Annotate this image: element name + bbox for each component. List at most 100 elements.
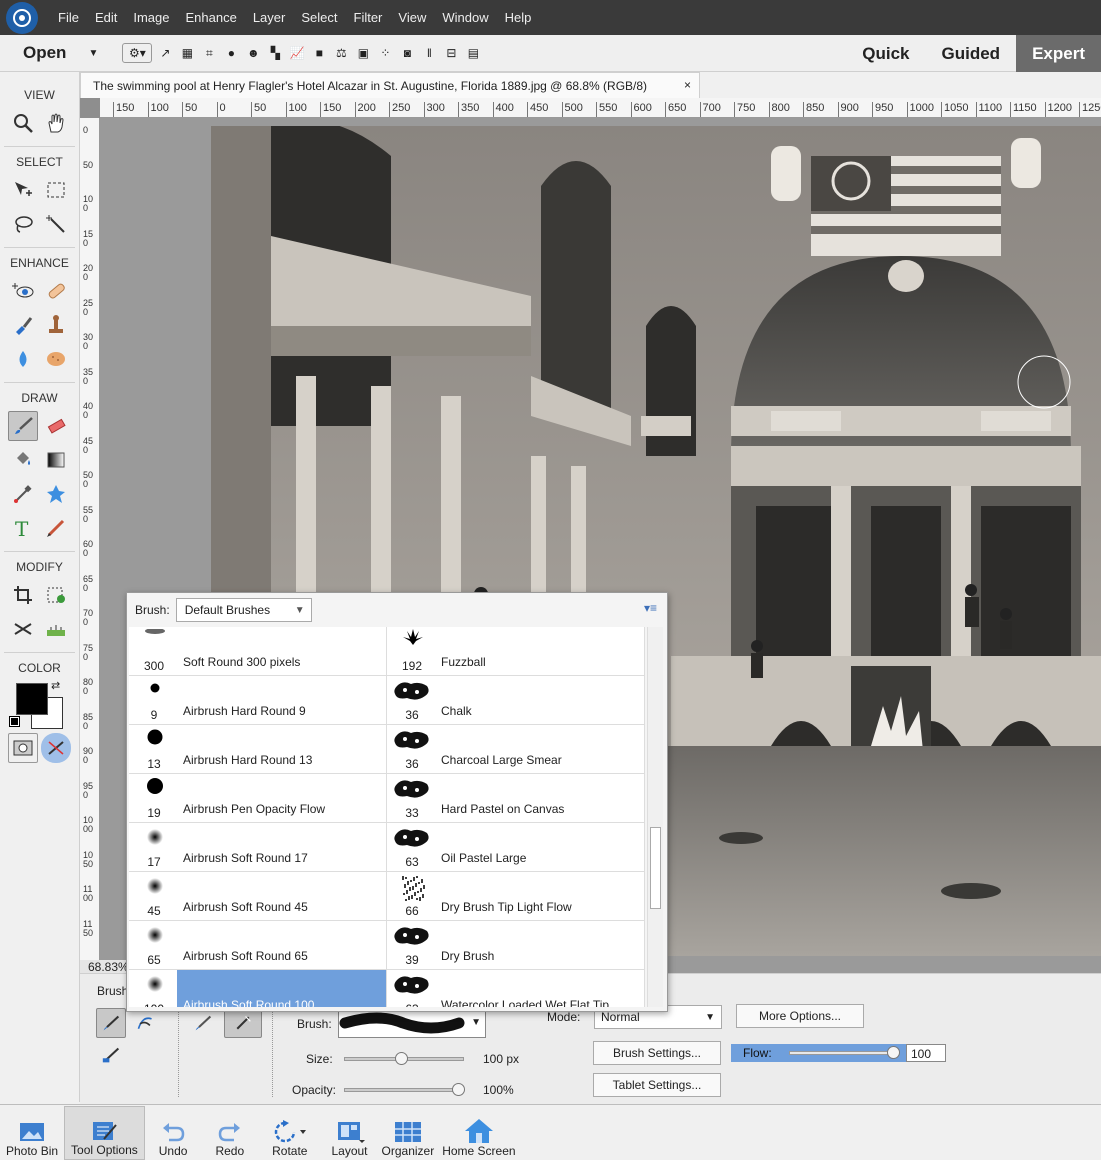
face-icon[interactable]: ☻	[244, 44, 262, 62]
crop-tool-icon[interactable]	[8, 580, 38, 610]
custom-shape-tool-icon[interactable]	[41, 479, 71, 509]
mode-quick[interactable]: Quick	[846, 35, 925, 72]
brush-preset-item[interactable]: 36 Charcoal Large Smear	[387, 725, 645, 774]
recompose-tool-icon[interactable]	[41, 580, 71, 610]
flow-input[interactable]: 100	[906, 1044, 946, 1062]
share-icon[interactable]: ↗	[156, 44, 174, 62]
picture-icon[interactable]: ▣	[354, 44, 372, 62]
chevron-down-icon[interactable]: ▼	[471, 1017, 481, 1028]
opacity-slider[interactable]	[344, 1083, 465, 1096]
organizer-button[interactable]: Organizer	[378, 1106, 439, 1160]
panel-menu-icon[interactable]: ▾≡	[644, 601, 657, 615]
bars-icon[interactable]: ‖	[420, 44, 438, 62]
size-slider-knob[interactable]	[395, 1052, 409, 1065]
document-tab[interactable]: The swimming pool at Henry Flagler's Hot…	[80, 72, 700, 98]
menu-view[interactable]: View	[390, 10, 434, 25]
lasso-tool-icon[interactable]	[8, 209, 38, 239]
foreground-color-swatch[interactable]	[16, 683, 48, 715]
brush-preset-item[interactable]: 33 Hard Pastel on Canvas	[387, 774, 645, 823]
flow-slider[interactable]	[789, 1046, 900, 1059]
brush-list-scrollbar[interactable]	[647, 627, 663, 1007]
size-slider[interactable]	[344, 1052, 464, 1065]
impressionist-brush-icon[interactable]	[130, 1008, 160, 1038]
brush-options-icon[interactable]	[41, 733, 72, 763]
content-aware-move-icon[interactable]	[8, 614, 38, 644]
zoom-tool-icon[interactable]	[8, 108, 38, 138]
brush-preset-item[interactable]: 300 Soft Round 300 pixels	[129, 627, 387, 676]
photo-bin-button[interactable]: Photo Bin	[0, 1106, 64, 1160]
scrollbar-thumb[interactable]	[650, 827, 661, 909]
brush-preset-item[interactable]: 66 Dry Brush Tip Light Flow	[387, 872, 645, 921]
quick-mask-icon[interactable]	[7, 733, 38, 763]
menu-filter[interactable]: Filter	[346, 10, 391, 25]
brush-preset-item[interactable]: 65 Airbrush Soft Round 65	[129, 921, 387, 970]
layout-button[interactable]: Layout	[321, 1106, 377, 1160]
menu-enhance[interactable]: Enhance	[178, 10, 245, 25]
dark-square-icon[interactable]: ■	[310, 44, 328, 62]
magic-wand-tool-icon[interactable]	[41, 209, 71, 239]
brush-preset-item[interactable]: 63 Watercolor Loaded Wet Flat Tip	[387, 970, 645, 1007]
brush-preset-item[interactable]: 100 Airbrush Soft Round 100	[129, 970, 387, 1007]
menu-file[interactable]: File	[50, 10, 87, 25]
grid-icon[interactable]: ▦	[178, 44, 196, 62]
marquee-tool-icon[interactable]	[41, 175, 71, 205]
brush-preset-item[interactable]: 17 Airbrush Soft Round 17	[129, 823, 387, 872]
brush-set-dropdown[interactable]: Default Brushes ▼	[175, 598, 312, 622]
brush-preset-item[interactable]: 39 Dry Brush	[387, 921, 645, 970]
tablet-settings-button[interactable]: Tablet Settings...	[593, 1073, 721, 1097]
brush-preset-item[interactable]: 63 Oil Pastel Large	[387, 823, 645, 872]
straighten-tool-icon[interactable]	[41, 614, 71, 644]
menu-help[interactable]: Help	[497, 10, 540, 25]
chevron-down-icon[interactable]: ▼	[295, 605, 305, 616]
menu-layer[interactable]: Layer	[245, 10, 294, 25]
airbrush-icon[interactable]	[224, 1008, 262, 1038]
eyedropper-tool-icon[interactable]	[8, 479, 38, 509]
brush-tool-icon[interactable]	[7, 411, 38, 441]
menu-edit[interactable]: Edit	[87, 10, 125, 25]
sliders-icon[interactable]: ⊟	[442, 44, 460, 62]
brush-airbrush-off-icon[interactable]	[188, 1008, 218, 1038]
chart-icon[interactable]: 📈	[288, 44, 306, 62]
tool-options-button[interactable]: Tool Options	[64, 1106, 145, 1160]
undo-button[interactable]: Undo	[145, 1106, 202, 1160]
brush-settings-button[interactable]: Brush Settings...	[593, 1041, 721, 1065]
menu-select[interactable]: Select	[293, 10, 345, 25]
dots-icon[interactable]: ⁘	[376, 44, 394, 62]
sponge-tool-icon[interactable]	[41, 344, 71, 374]
move-tool-icon[interactable]	[8, 175, 38, 205]
opacity-slider-knob[interactable]	[452, 1083, 465, 1096]
redo-button[interactable]: Redo	[201, 1106, 258, 1160]
flow-slider-knob[interactable]	[887, 1046, 900, 1059]
brush-preset-item[interactable]: 45 Airbrush Soft Round 45	[129, 872, 387, 921]
balance-icon[interactable]: ⚖	[332, 44, 350, 62]
open-button[interactable]: Open ▼	[0, 43, 112, 63]
brush-preset-item[interactable]: 9 Airbrush Hard Round 9	[129, 676, 387, 725]
eraser-tool-icon[interactable]	[41, 411, 71, 441]
menu-image[interactable]: Image	[125, 10, 177, 25]
clone-stamp-tool-icon[interactable]	[41, 310, 71, 340]
crop-quick-icon[interactable]: ⌗	[200, 44, 218, 62]
menu-window[interactable]: Window	[434, 10, 496, 25]
spot-healing-tool-icon[interactable]	[41, 276, 71, 306]
brush-preset-item[interactable]: 13 Airbrush Hard Round 13	[129, 725, 387, 774]
blur-tool-icon[interactable]	[8, 344, 38, 374]
gradient-tool-icon[interactable]	[41, 445, 71, 475]
brush-preset-item[interactable]: 19 Airbrush Pen Opacity Flow	[129, 774, 387, 823]
close-icon[interactable]: ×	[684, 78, 691, 92]
brush-preset-item[interactable]: 192 Fuzzball	[387, 627, 645, 676]
mode-expert[interactable]: Expert	[1016, 35, 1101, 72]
red-eye-tool-icon[interactable]	[8, 276, 38, 306]
tiles-icon[interactable]: ▚	[266, 44, 284, 62]
gear-icon[interactable]: ⚙▾	[122, 43, 153, 63]
default-colors-icon[interactable]	[9, 716, 20, 727]
smart-brush-tool-icon[interactable]	[8, 310, 38, 340]
hand-tool-icon[interactable]	[41, 108, 71, 138]
brush-preset-item[interactable]: 36 Chalk	[387, 676, 645, 725]
brush-mode-icon[interactable]	[96, 1008, 126, 1038]
type-tool-icon[interactable]: T	[8, 513, 38, 543]
chevron-down-icon[interactable]: ▼	[88, 48, 98, 59]
swap-colors-icon[interactable]: ⇄	[51, 679, 60, 692]
paint-bucket-tool-icon[interactable]	[8, 445, 38, 475]
more-options-button[interactable]: More Options...	[736, 1004, 864, 1028]
person-icon[interactable]: ●	[222, 44, 240, 62]
